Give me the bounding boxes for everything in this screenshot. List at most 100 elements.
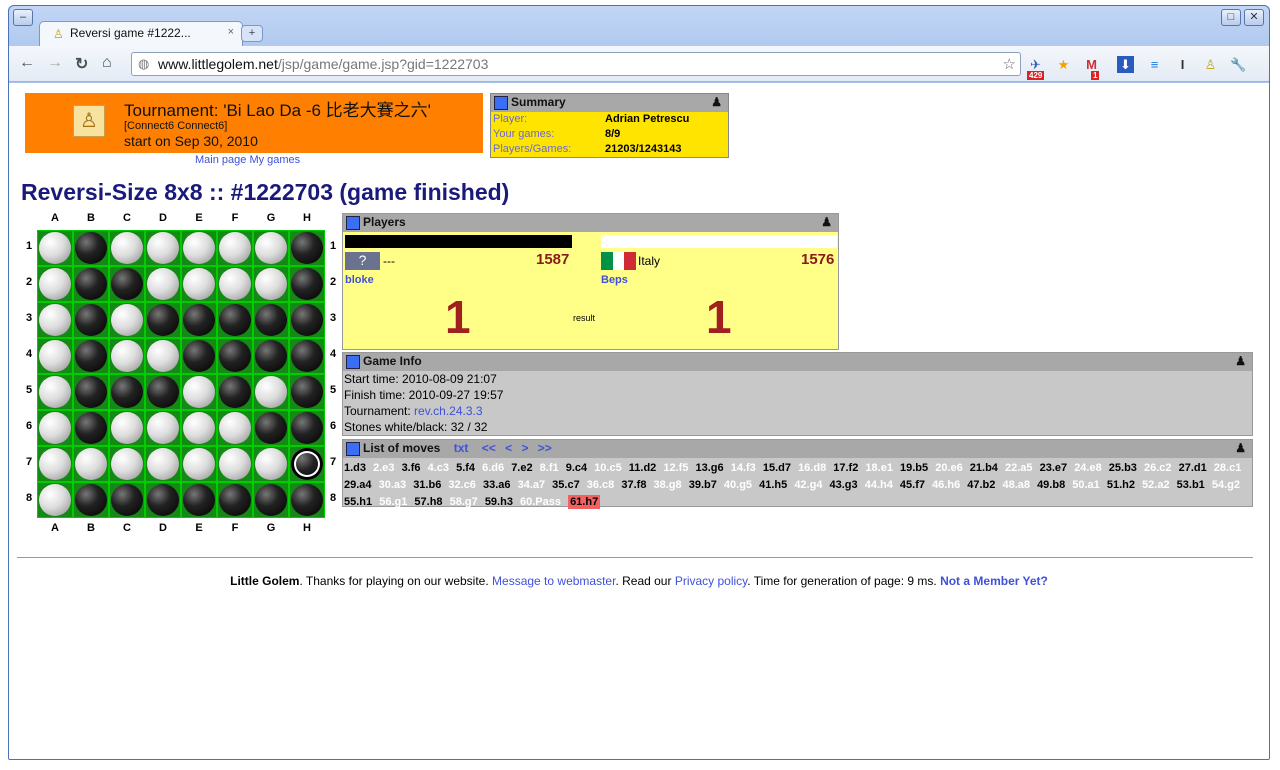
board-cell[interactable] [109, 482, 145, 518]
move-item[interactable]: 57.h8 [414, 496, 442, 508]
move-item[interactable]: 58.g7 [450, 496, 478, 508]
maximize-button[interactable]: □ [1221, 9, 1241, 26]
board-cell[interactable] [217, 374, 253, 410]
window-menu-button[interactable]: – [13, 9, 33, 26]
board-cell[interactable] [289, 302, 325, 338]
move-item[interactable]: 29.a4 [344, 479, 372, 491]
board-cell[interactable] [109, 266, 145, 302]
board-cell[interactable] [289, 410, 325, 446]
forward-icon[interactable]: → [47, 54, 63, 72]
move-item[interactable]: 11.d2 [629, 462, 657, 474]
move-item[interactable]: 23.e7 [1040, 462, 1068, 474]
move-item[interactable]: 51.h2 [1107, 479, 1135, 491]
move-item[interactable]: 42.g4 [794, 479, 822, 491]
move-item[interactable]: 60.Pass [520, 496, 561, 508]
board-cell[interactable] [217, 482, 253, 518]
move-item[interactable]: 48.a8 [1002, 479, 1030, 491]
board-cell[interactable] [253, 410, 289, 446]
board-cell[interactable] [289, 338, 325, 374]
board-cell[interactable] [289, 230, 325, 266]
collapse-square-icon[interactable] [494, 96, 508, 110]
board-cell[interactable] [109, 302, 145, 338]
webmaster-link[interactable]: Message to webmaster [492, 574, 615, 588]
board-cell[interactable] [37, 374, 73, 410]
board-cell[interactable] [289, 374, 325, 410]
txt-link[interactable]: txt [454, 441, 469, 455]
move-item[interactable]: 27.d1 [1179, 462, 1207, 474]
move-item[interactable]: 31.b6 [413, 479, 441, 491]
board-cell[interactable] [253, 230, 289, 266]
collapse-square-icon[interactable] [346, 355, 360, 369]
board-cell[interactable] [37, 338, 73, 374]
move-item[interactable]: 39.b7 [689, 479, 717, 491]
main-page-link[interactable]: Main page [195, 154, 246, 166]
move-item[interactable]: 14.f3 [731, 462, 756, 474]
list-extension-icon[interactable]: ≡ [1146, 56, 1163, 73]
tournament-link[interactable]: rev.ch.24.3.3 [414, 404, 482, 418]
move-item[interactable]: 10.c5 [594, 462, 622, 474]
move-item[interactable]: 13.g6 [696, 462, 724, 474]
board-cell[interactable] [253, 266, 289, 302]
first-move-button[interactable]: << [482, 441, 496, 455]
move-item[interactable]: 28.c1 [1214, 462, 1242, 474]
board-cell[interactable] [37, 266, 73, 302]
board-cell[interactable] [37, 482, 73, 518]
move-item[interactable]: 32.c6 [448, 479, 476, 491]
text-extension-icon[interactable]: I [1174, 56, 1191, 73]
board-cell[interactable] [217, 266, 253, 302]
move-item[interactable]: 7.e2 [511, 462, 532, 474]
board-cell[interactable] [37, 230, 73, 266]
board-cell[interactable] [37, 410, 73, 446]
board-cell[interactable] [217, 410, 253, 446]
board-cell[interactable] [145, 410, 181, 446]
board-cell[interactable] [253, 302, 289, 338]
move-item[interactable]: 9.c4 [566, 462, 587, 474]
move-item[interactable]: 34.a7 [518, 479, 546, 491]
board-cell[interactable] [145, 482, 181, 518]
board-cell[interactable] [109, 230, 145, 266]
player1-name-link[interactable]: bloke [345, 274, 374, 286]
next-move-button[interactable]: > [521, 441, 528, 455]
close-window-button[interactable]: ✕ [1244, 9, 1264, 26]
move-item[interactable]: 21.b4 [970, 462, 998, 474]
reload-icon[interactable]: ↻ [75, 54, 88, 74]
board-cell[interactable] [37, 302, 73, 338]
board-cell[interactable] [73, 230, 109, 266]
board-cell[interactable] [181, 230, 217, 266]
move-item[interactable]: 52.a2 [1142, 479, 1170, 491]
move-item[interactable]: 49.b8 [1037, 479, 1065, 491]
move-item[interactable]: 20.e6 [935, 462, 963, 474]
board-cell[interactable] [73, 302, 109, 338]
move-item[interactable]: 19.b5 [900, 462, 928, 474]
move-item[interactable]: 6.d6 [482, 462, 504, 474]
move-item[interactable]: 15.d7 [763, 462, 791, 474]
board-cell[interactable] [181, 302, 217, 338]
board-cell[interactable] [109, 374, 145, 410]
board-cell[interactable] [253, 446, 289, 482]
board-cell[interactable] [145, 374, 181, 410]
board-cell[interactable] [73, 266, 109, 302]
move-item[interactable]: 40.g5 [724, 479, 752, 491]
board-cell[interactable] [181, 338, 217, 374]
move-item[interactable]: 59.h3 [485, 496, 513, 508]
board-cell[interactable] [289, 482, 325, 518]
move-item[interactable]: 41.h5 [759, 479, 787, 491]
move-item[interactable]: 26.c2 [1144, 462, 1172, 474]
move-item[interactable]: 1.d3 [344, 462, 366, 474]
move-item[interactable]: 17.f2 [833, 462, 858, 474]
move-item[interactable]: 8.f1 [540, 462, 559, 474]
pin-icon[interactable]: ♟ [821, 215, 832, 229]
board-cell[interactable] [109, 446, 145, 482]
board-cell[interactable] [181, 410, 217, 446]
move-item[interactable]: 25.b3 [1109, 462, 1137, 474]
move-item[interactable]: 3.f6 [402, 462, 421, 474]
board-cell[interactable] [145, 446, 181, 482]
board-cell[interactable] [73, 482, 109, 518]
board-cell[interactable] [253, 374, 289, 410]
move-item[interactable]: 38.g8 [654, 479, 682, 491]
board-cell[interactable] [145, 302, 181, 338]
collapse-square-icon[interactable] [346, 442, 360, 456]
pin-icon[interactable]: ♟ [1235, 354, 1246, 368]
player2-name-link[interactable]: Beps [601, 274, 628, 286]
move-item[interactable]: 24.e8 [1074, 462, 1102, 474]
